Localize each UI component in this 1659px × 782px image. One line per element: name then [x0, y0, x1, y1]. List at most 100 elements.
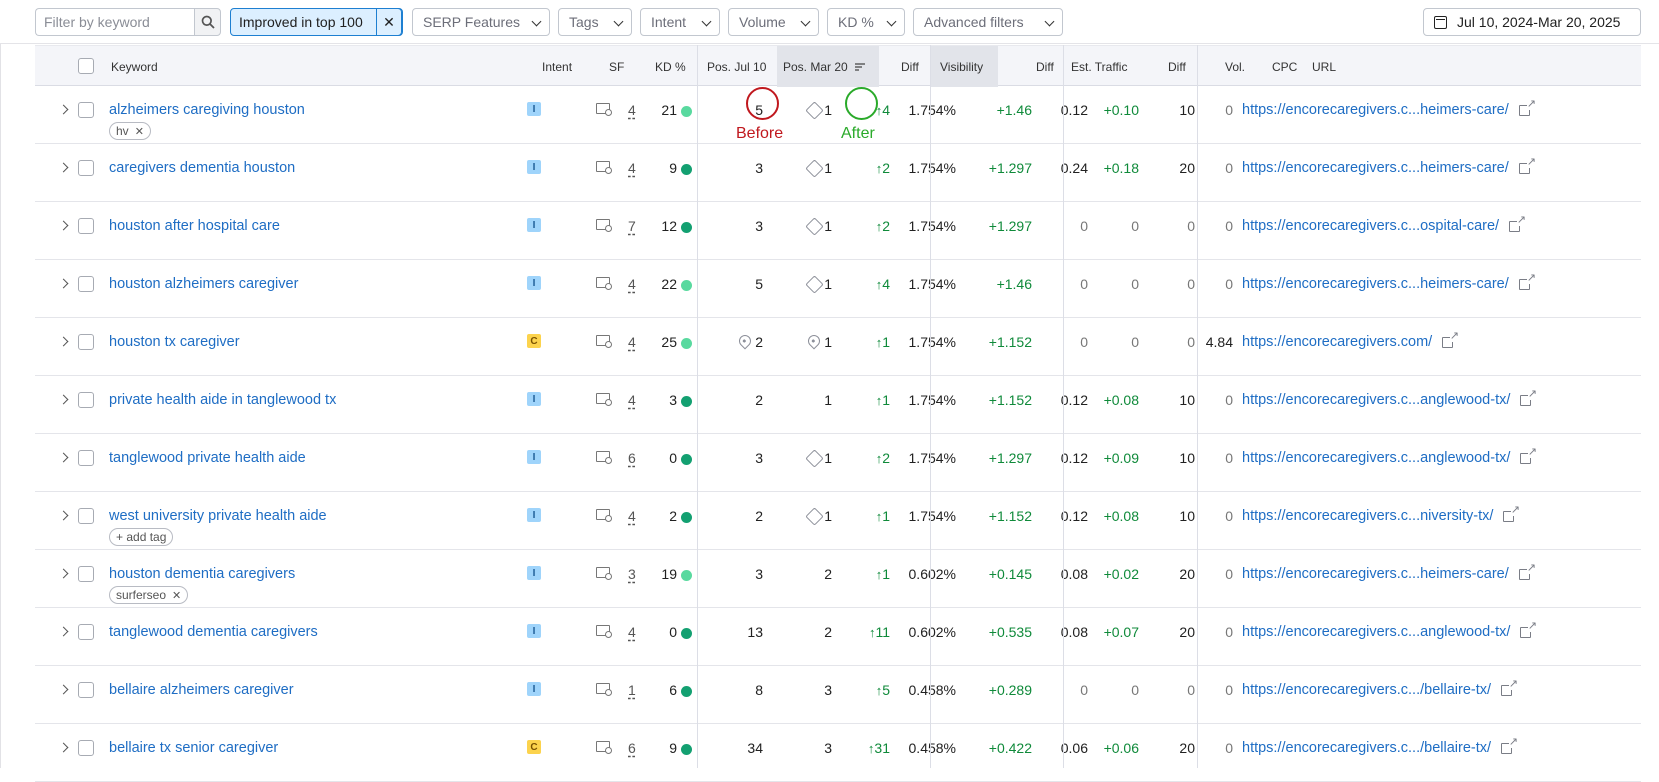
serp-features-icon[interactable]: [596, 567, 612, 580]
serp-features-icon[interactable]: [596, 509, 612, 522]
date-range-picker[interactable]: Jul 10, 2024-Mar 20, 2025: [1423, 8, 1641, 36]
row-checkbox[interactable]: [78, 102, 94, 118]
keyword-link[interactable]: private health aide in tanglewood tx: [109, 391, 336, 409]
row-checkbox[interactable]: [78, 740, 94, 756]
expand-chevron-icon[interactable]: [58, 452, 69, 463]
serp-features-count[interactable]: 4: [628, 333, 636, 351]
expand-chevron-icon[interactable]: [58, 394, 69, 405]
external-link-icon[interactable]: [1509, 215, 1526, 232]
col-traffic-diff[interactable]: Diff: [1168, 46, 1186, 87]
remove-tag-icon[interactable]: ✕: [135, 126, 144, 138]
expand-chevron-icon[interactable]: [58, 742, 69, 753]
row-checkbox[interactable]: [78, 682, 94, 698]
serp-features-count[interactable]: 3: [628, 565, 636, 583]
ranking-url-link[interactable]: https://encorecaregivers.c...anglewood-t…: [1242, 623, 1510, 641]
ranking-url-link[interactable]: https://encorecaregivers.c...anglewood-t…: [1242, 449, 1510, 467]
ranking-url-link[interactable]: https://encorecaregivers.c...ospital-car…: [1242, 217, 1499, 235]
col-est-traffic[interactable]: Est. Traffic: [1071, 46, 1127, 87]
external-link-icon[interactable]: [1501, 679, 1518, 696]
tags-dropdown[interactable]: Tags: [558, 8, 632, 36]
external-link-icon[interactable]: [1520, 389, 1537, 406]
ranking-url-link[interactable]: https://encorecaregivers.com/: [1242, 333, 1432, 351]
serp-features-icon[interactable]: [596, 683, 612, 696]
external-link-icon[interactable]: [1519, 99, 1536, 116]
external-link-icon[interactable]: [1519, 563, 1536, 580]
ranking-url-link[interactable]: https://encorecaregivers.c...anglewood-t…: [1242, 391, 1510, 409]
col-pos-before[interactable]: Pos. Jul 10: [707, 46, 766, 87]
active-filter-chip[interactable]: Improved in top 100 ✕: [230, 8, 403, 36]
keyword-search-input[interactable]: Filter by keyword: [35, 8, 195, 36]
col-cpc[interactable]: CPC: [1272, 46, 1297, 87]
row-checkbox[interactable]: [78, 392, 94, 408]
ranking-url-link[interactable]: https://encorecaregivers.c.../bellaire-t…: [1242, 739, 1491, 757]
ranking-url-link[interactable]: https://encorecaregivers.c...niversity-t…: [1242, 507, 1493, 525]
expand-chevron-icon[interactable]: [58, 162, 69, 173]
col-kd[interactable]: KD %: [655, 46, 686, 87]
row-checkbox[interactable]: [78, 566, 94, 582]
add-tag-button[interactable]: + add tag: [109, 528, 174, 546]
serp-features-dropdown[interactable]: SERP Features: [412, 8, 550, 36]
row-checkbox[interactable]: [78, 508, 94, 524]
expand-chevron-icon[interactable]: [58, 626, 69, 637]
keyword-link[interactable]: tanglewood private health aide: [109, 449, 306, 467]
keyword-link[interactable]: houston tx caregiver: [109, 333, 240, 351]
serp-features-icon[interactable]: [596, 451, 612, 464]
serp-features-count[interactable]: 6: [628, 739, 636, 757]
expand-chevron-icon[interactable]: [58, 104, 69, 115]
serp-features-count[interactable]: 6: [628, 449, 636, 467]
serp-features-count[interactable]: 4: [628, 391, 636, 409]
search-button[interactable]: [194, 8, 221, 36]
expand-chevron-icon[interactable]: [58, 568, 69, 579]
expand-chevron-icon[interactable]: [58, 510, 69, 521]
row-checkbox[interactable]: [78, 450, 94, 466]
ranking-url-link[interactable]: https://encorecaregivers.c...heimers-car…: [1242, 101, 1509, 119]
keyword-link[interactable]: bellaire tx senior caregiver: [109, 739, 278, 757]
advanced-filters-dropdown[interactable]: Advanced filters: [913, 8, 1063, 36]
expand-chevron-icon[interactable]: [58, 278, 69, 289]
remove-tag-icon[interactable]: ✕: [172, 590, 181, 602]
col-visibility[interactable]: Visibility: [930, 46, 998, 87]
col-keyword[interactable]: Keyword: [111, 46, 158, 87]
serp-features-count[interactable]: 4: [628, 101, 636, 119]
keyword-link[interactable]: houston after hospital care: [109, 217, 280, 235]
keyword-link[interactable]: alzheimers caregiving houston: [109, 101, 305, 119]
keyword-link[interactable]: west university private health aide: [109, 507, 327, 525]
keyword-link[interactable]: bellaire alzheimers caregiver: [109, 681, 294, 699]
row-checkbox[interactable]: [78, 218, 94, 234]
serp-features-icon[interactable]: [596, 625, 612, 638]
ranking-url-link[interactable]: https://encorecaregivers.c...heimers-car…: [1242, 159, 1509, 177]
col-diff[interactable]: Diff: [901, 46, 919, 87]
serp-features-count[interactable]: 7: [628, 217, 636, 235]
col-sf[interactable]: SF: [609, 46, 624, 87]
serp-features-count[interactable]: 4: [628, 275, 636, 293]
keyword-tag[interactable]: hv ✕: [109, 122, 151, 140]
col-intent[interactable]: Intent: [542, 46, 572, 87]
keyword-link[interactable]: houston alzheimers caregiver: [109, 275, 298, 293]
serp-features-icon[interactable]: [596, 103, 612, 116]
serp-features-icon[interactable]: [596, 335, 612, 348]
serp-features-icon[interactable]: [596, 161, 612, 174]
expand-chevron-icon[interactable]: [58, 336, 69, 347]
row-checkbox[interactable]: [78, 624, 94, 640]
serp-features-icon[interactable]: [596, 741, 612, 754]
keyword-link[interactable]: caregivers dementia houston: [109, 159, 295, 177]
volume-dropdown[interactable]: Volume: [728, 8, 819, 36]
keyword-tag[interactable]: surferseo ✕: [109, 586, 189, 604]
external-link-icon[interactable]: [1503, 505, 1520, 522]
kd-dropdown[interactable]: KD %: [827, 8, 905, 36]
col-pos-after[interactable]: Pos. Mar 20: [777, 46, 879, 87]
row-checkbox[interactable]: [78, 276, 94, 292]
serp-features-count[interactable]: 4: [628, 507, 636, 525]
col-url[interactable]: URL: [1312, 46, 1336, 87]
col-visibility-diff[interactable]: Diff: [1036, 46, 1054, 87]
ranking-url-link[interactable]: https://encorecaregivers.c...heimers-car…: [1242, 275, 1509, 293]
ranking-url-link[interactable]: https://encorecaregivers.c...heimers-car…: [1242, 565, 1509, 583]
external-link-icon[interactable]: [1520, 447, 1537, 464]
external-link-icon[interactable]: [1501, 737, 1518, 754]
serp-features-count[interactable]: 4: [628, 623, 636, 641]
row-checkbox[interactable]: [78, 334, 94, 350]
serp-features-count[interactable]: 4: [628, 159, 636, 177]
serp-features-icon[interactable]: [596, 219, 612, 232]
keyword-link[interactable]: houston dementia caregivers: [109, 565, 295, 583]
row-checkbox[interactable]: [78, 160, 94, 176]
